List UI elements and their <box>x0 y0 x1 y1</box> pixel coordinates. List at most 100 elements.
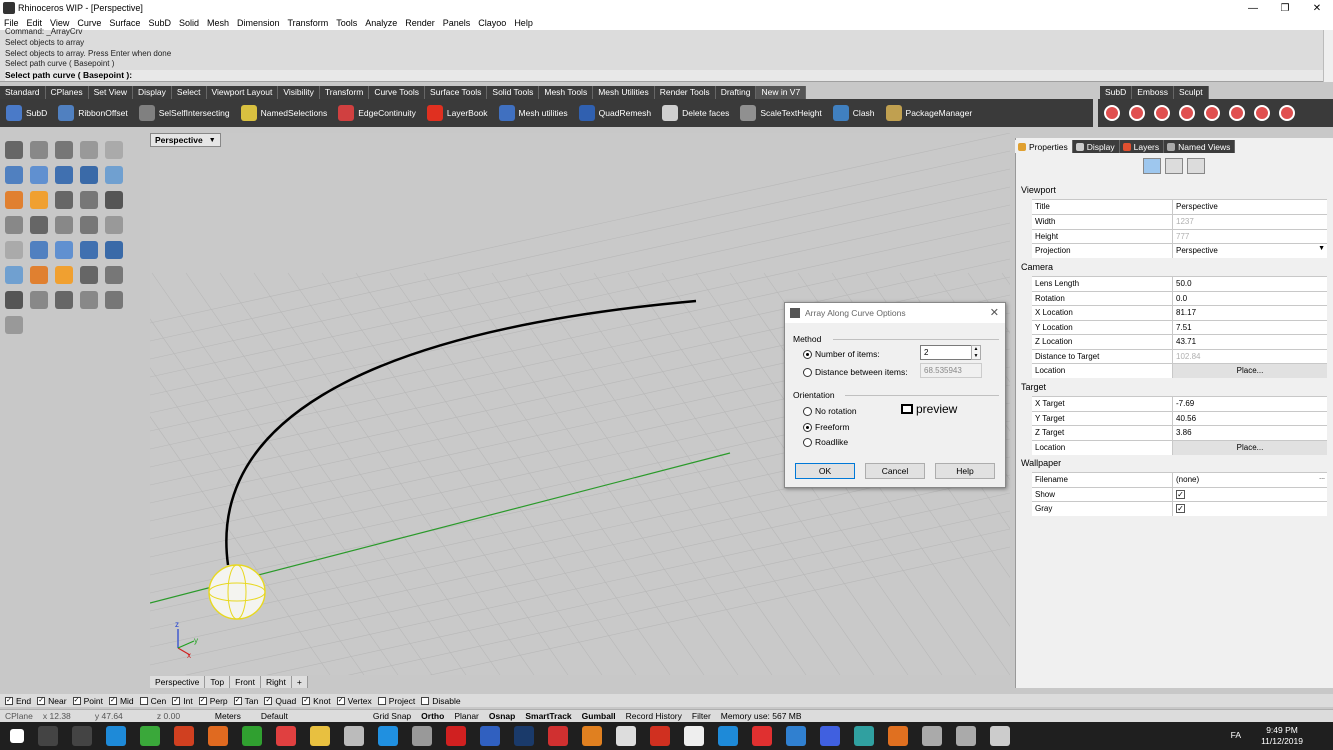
app-icon[interactable] <box>582 726 602 746</box>
sculpt-tool-icon[interactable] <box>1229 105 1245 121</box>
osnap-disable[interactable]: Disable <box>421 696 461 706</box>
system-clock[interactable]: 9:49 PM 11/12/2019 <box>1261 725 1303 747</box>
palette-tool-icon[interactable] <box>55 266 73 284</box>
rhino-icon[interactable] <box>956 726 976 746</box>
palette-tool-icon[interactable] <box>5 216 23 234</box>
palette-tool-icon[interactable] <box>80 191 98 209</box>
menu-help[interactable]: Help <box>514 18 533 28</box>
maximize-button[interactable]: ❐ <box>1269 0 1301 16</box>
sculpt-tool-icon[interactable] <box>1129 105 1145 121</box>
chrome-icon[interactable] <box>140 726 160 746</box>
tab-viewport-layout[interactable]: Viewport Layout <box>206 86 279 99</box>
menu-tools[interactable]: Tools <box>336 18 357 28</box>
palette-tool-icon[interactable] <box>5 141 23 159</box>
app-icon[interactable] <box>786 726 806 746</box>
app-icon[interactable] <box>378 726 398 746</box>
photoshop-icon[interactable] <box>514 726 534 746</box>
z-location-value[interactable]: 43.71 <box>1173 335 1327 349</box>
sculpt-tool-icon[interactable] <box>1204 105 1220 121</box>
palette-tool-icon[interactable] <box>30 241 48 259</box>
menu-solid[interactable]: Solid <box>179 18 199 28</box>
tab-visibility[interactable]: Visibility <box>278 86 320 99</box>
edgecontinuity-button[interactable]: EdgeContinuity <box>338 105 416 121</box>
osnap-int[interactable]: ✓ Int <box>172 696 193 706</box>
close-icon[interactable]: ✕ <box>990 306 999 319</box>
language-indicator[interactable]: FA <box>1231 730 1241 740</box>
menu-subd[interactable]: SubD <box>148 18 171 28</box>
command-scrollbar[interactable] <box>1323 30 1333 82</box>
tab-emboss[interactable]: Emboss <box>1132 86 1174 99</box>
path-curve[interactable] <box>225 299 697 566</box>
close-button[interactable]: ✕ <box>1301 0 1333 16</box>
z-target-value[interactable]: 3.86 <box>1173 426 1327 440</box>
menu-analyze[interactable]: Analyze <box>365 18 397 28</box>
selselfintersecting-button[interactable]: SelSelfIntersecting <box>138 105 230 121</box>
autocad-icon[interactable] <box>548 726 568 746</box>
menu-clayoo[interactable]: Clayoo <box>478 18 506 28</box>
title-value[interactable]: Perspective <box>1173 200 1327 214</box>
number-of-items-radio[interactable]: Number of items: <box>803 349 880 359</box>
palette-tool-icon[interactable] <box>30 141 48 159</box>
y-target-value[interactable]: 40.56 <box>1173 412 1327 426</box>
record-history-toggle[interactable]: Record History <box>621 711 687 721</box>
blender-icon[interactable] <box>888 726 908 746</box>
sculpt-tool-icon[interactable] <box>1154 105 1170 121</box>
palette-tool-icon[interactable] <box>30 166 48 184</box>
distance-input[interactable]: 68.535943 <box>920 363 982 378</box>
rhino-wip-icon[interactable] <box>990 726 1010 746</box>
command-prompt[interactable]: Select path curve ( Basepoint ): <box>5 70 1323 81</box>
palette-tool-icon[interactable] <box>105 266 123 284</box>
osnap-mid[interactable]: ✓ Mid <box>108 696 134 706</box>
palette-tool-icon[interactable] <box>5 266 23 284</box>
tab-sculpt[interactable]: Sculpt <box>1173 86 1209 99</box>
palette-tool-icon[interactable] <box>80 266 98 284</box>
osnap-end[interactable]: ✓ End <box>5 696 31 706</box>
cancel-button[interactable]: Cancel <box>865 463 925 479</box>
y-location-value[interactable]: 7.51 <box>1173 321 1327 335</box>
osnap-knot[interactable]: ✓ Knot <box>302 696 331 706</box>
number-stepper[interactable]: ▲ ▼ <box>971 345 981 360</box>
rhino-icon[interactable] <box>922 726 942 746</box>
sculpt-tool-icon[interactable] <box>1279 105 1295 121</box>
roadlike-radio[interactable]: Roadlike <box>803 437 848 447</box>
rhino-icon[interactable] <box>344 726 364 746</box>
viewport-tab-top[interactable]: Top <box>205 676 231 688</box>
layerbook-button[interactable]: LayerBook <box>426 105 488 121</box>
x-location-value[interactable]: 81.17 <box>1173 306 1327 320</box>
viewport-title-tab[interactable]: Perspective ▼ <box>150 133 221 147</box>
palette-tool-icon[interactable] <box>30 216 48 234</box>
app-icon[interactable] <box>820 726 840 746</box>
sphere-object[interactable] <box>208 564 266 620</box>
palette-tool-icon[interactable] <box>105 166 123 184</box>
viewport-tab-front[interactable]: Front <box>230 676 261 688</box>
search-icon[interactable] <box>38 726 58 746</box>
palette-tool-icon[interactable] <box>55 141 73 159</box>
menu-dimension[interactable]: Dimension <box>237 18 280 28</box>
tab-display[interactable]: Display <box>1072 140 1120 153</box>
menu-render[interactable]: Render <box>405 18 435 28</box>
wallpaper-icon[interactable] <box>1187 158 1205 174</box>
units-label[interactable]: Meters <box>210 711 256 721</box>
file-explorer-icon[interactable] <box>310 726 330 746</box>
viewport-tab-perspective[interactable]: Perspective <box>150 676 206 688</box>
gray-checkbox[interactable]: ✓ <box>1176 504 1185 513</box>
tab-curve-tools[interactable]: Curve Tools <box>369 86 426 99</box>
app-icon[interactable] <box>242 726 262 746</box>
osnap-perp[interactable]: ✓ Perp <box>198 696 228 706</box>
app-icon[interactable] <box>208 726 228 746</box>
tab-named-views[interactable]: Named Views <box>1164 140 1236 153</box>
filename-field[interactable]: (none)... <box>1173 473 1327 487</box>
tab-subd[interactable]: SubD <box>1100 86 1133 99</box>
target-place-button[interactable]: Place... <box>1173 441 1327 455</box>
clash-button[interactable]: Clash <box>832 105 875 121</box>
menu-mesh[interactable]: Mesh <box>207 18 229 28</box>
sculpt-tool-icon[interactable] <box>1179 105 1195 121</box>
osnap-tan[interactable]: ✓ Tan <box>233 696 258 706</box>
tab-layers[interactable]: Layers <box>1119 140 1165 153</box>
namedselections-button[interactable]: NamedSelections <box>240 105 327 121</box>
current-layer[interactable]: Default <box>256 711 368 721</box>
palette-tool-icon[interactable] <box>30 291 48 309</box>
projection-dropdown[interactable]: Perspective ▼ <box>1173 244 1327 258</box>
palette-tool-icon[interactable] <box>5 291 23 309</box>
quadremesh-button[interactable]: QuadRemesh <box>578 105 651 121</box>
